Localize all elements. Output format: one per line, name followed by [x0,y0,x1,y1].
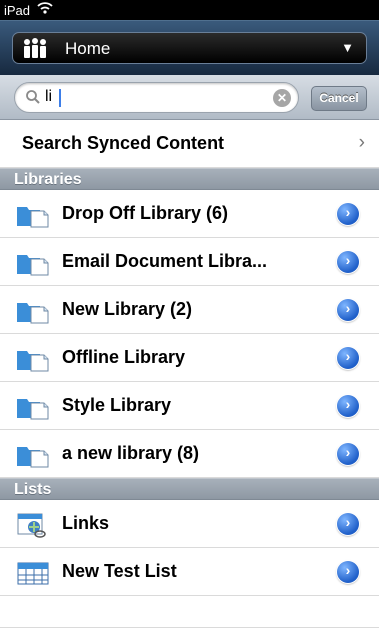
search-query: li [45,88,53,105]
disclosure-button-icon[interactable]: › [337,561,359,583]
list-label: Links [62,513,110,533]
people-icon [22,38,48,58]
document-library-icon [16,250,50,276]
list-item[interactable]: Offline Library › [0,334,379,382]
search-synced-row[interactable]: Search Synced Content › [0,120,379,168]
document-library-icon [16,394,50,420]
carrier-label: iPad [4,3,31,18]
disclosure-button-icon[interactable]: › [337,299,359,321]
text-cursor [59,89,61,107]
app-frame: { "status_bar": { "carrier": "iPad", "wi… [0,0,379,628]
library-label: Email Document Libra... [62,251,268,271]
list-item[interactable]: Style Library › [0,382,379,430]
wifi-icon [37,1,53,18]
list-item[interactable]: Email Document Libra... › [0,238,379,286]
list-item[interactable]: Drop Off Library (6) › [0,190,379,238]
search-bar: li ✕ Cancel [0,75,379,120]
status-bar: iPad [0,0,379,20]
section-header-lists: Lists [0,478,379,500]
library-label: Drop Off Library (6) [62,203,229,223]
magnifier-icon [25,89,41,110]
links-list-icon [16,512,50,538]
search-synced-label: Search Synced Content [22,133,225,153]
custom-list-icon [16,560,50,586]
library-label: a new library (8) [62,443,200,463]
disclosure-button-icon[interactable]: › [337,347,359,369]
list-item[interactable]: New Test List › [0,548,379,596]
results-list: Search Synced Content › Libraries Drop O… [0,120,379,628]
list-label: New Test List [62,561,177,581]
chevron-right-icon: › [358,132,365,153]
site-title: Home [65,39,111,58]
triangle-down-icon: ▼ [341,40,354,55]
document-library-icon [16,346,50,372]
search-input[interactable]: li ✕ [14,82,299,113]
clear-icon[interactable]: ✕ [273,89,291,107]
list-item[interactable]: a new library (8) › [0,430,379,478]
disclosure-button-icon[interactable]: › [337,203,359,225]
disclosure-button-icon[interactable]: › [337,513,359,535]
library-label: Style Library [62,395,172,415]
list-item[interactable]: Links › [0,500,379,548]
section-header-libraries: Libraries [0,168,379,190]
document-library-icon [16,202,50,228]
disclosure-button-icon[interactable]: › [337,395,359,417]
document-library-icon [16,442,50,468]
disclosure-button-icon[interactable]: › [337,251,359,273]
navigation-bar: Home ▼ [0,20,379,76]
document-library-icon [16,298,50,324]
disclosure-button-icon[interactable]: › [337,443,359,465]
library-label: Offline Library [62,347,186,367]
list-item[interactable]: New Library (2) › [0,286,379,334]
site-selector[interactable]: Home ▼ [12,32,367,64]
library-label: New Library (2) [62,299,193,319]
cancel-button[interactable]: Cancel [311,86,367,111]
list-item-empty [0,596,379,628]
